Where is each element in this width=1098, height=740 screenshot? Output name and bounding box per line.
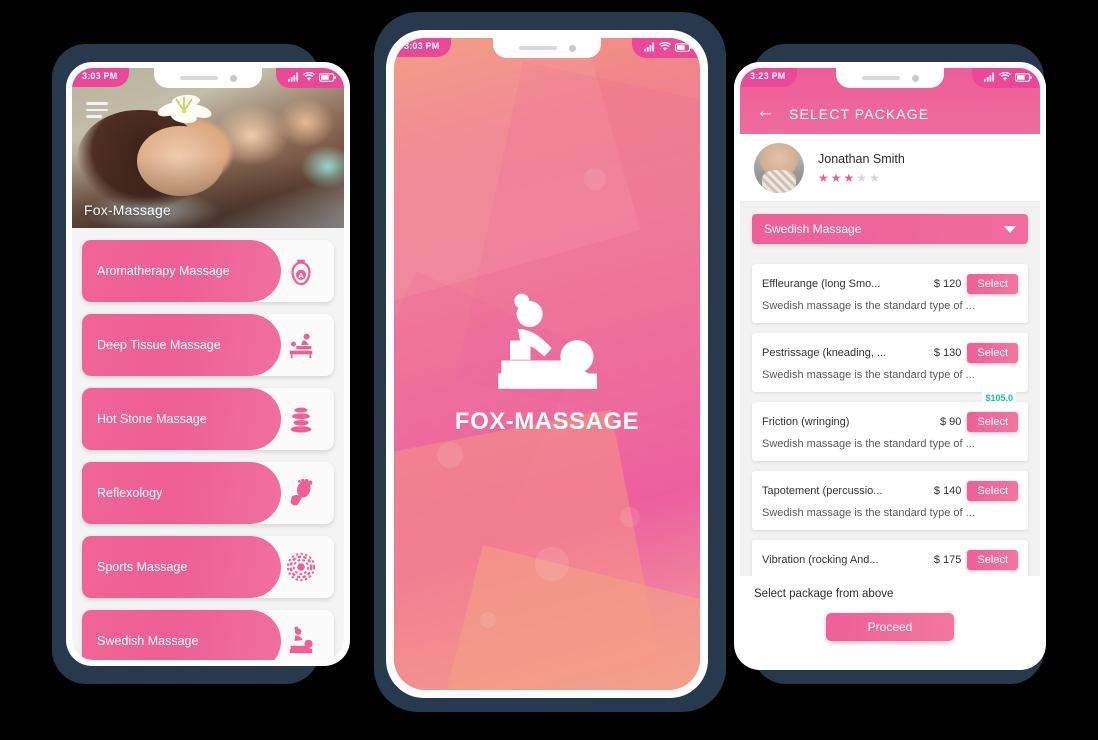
selection-hint: Select package from above [754, 588, 894, 600]
bg-bubble [436, 442, 463, 469]
svg-text:A: A [298, 271, 304, 280]
proceed-button[interactable]: Proceed [826, 613, 954, 641]
service-card-aromatherapy[interactable]: Aromatherapy Massage A [82, 240, 334, 302]
service-card-reflexology[interactable]: Reflexology [82, 462, 334, 524]
package-header: Vibration (rocking And... $ 175 Select [762, 550, 1018, 570]
brand-name: FOX-MASSAGE [454, 408, 640, 435]
service-label: Swedish Massage [97, 633, 199, 648]
discount-price-badge: $105.0 [982, 392, 1016, 404]
phone-mockup-home: Fox-Massage Aromatherapy Massage A Deep … [66, 62, 350, 666]
package-price: $ 175 [933, 554, 962, 566]
package-price: $ 130 [933, 347, 962, 359]
profile-info: Jonathan Smith ★ ★ ★ ★ ★ [818, 152, 905, 184]
package-header: Friction (wringing) $ 90 Select [762, 412, 1018, 432]
select-button[interactable]: Select [967, 274, 1018, 294]
service-card-hot-stone[interactable]: Hot Stone Massage [82, 388, 334, 450]
bottom-action-bar: Select package from above Proceed [740, 576, 1040, 664]
chevron-down-icon [1004, 225, 1016, 233]
select-button[interactable]: Select [967, 481, 1018, 501]
package-header: Tapotement (percussio... $ 140 Select [762, 481, 1018, 501]
service-label: Reflexology [97, 485, 163, 500]
massage-therapist-logo-icon [498, 293, 598, 389]
star-icon: ★ [869, 170, 880, 185]
therapist-profile[interactable]: Jonathan Smith ★ ★ ★ ★ ★ [740, 134, 1040, 202]
bg-bubble [583, 168, 606, 191]
package-description: Swedish massage is the standard type of … [762, 438, 975, 450]
package-card[interactable]: Tapotement (percussio... $ 140 Select Sw… [752, 471, 1028, 530]
package-name: Friction (wringing) [762, 416, 850, 428]
service-card-swedish[interactable]: Swedish Massage [82, 610, 334, 660]
service-label: Sports Massage [97, 559, 188, 574]
service-label: Hot Stone Massage [97, 411, 207, 426]
app-bar: ← SELECT PACKAGE [740, 68, 1040, 134]
package-description: Swedish massage is the standard type of … [762, 369, 975, 381]
bg-bubble [620, 507, 641, 528]
flower-mandala-icon [278, 536, 324, 598]
service-list: Aromatherapy Massage A Deep Tissue Massa… [72, 228, 344, 660]
select-button[interactable]: Select [967, 550, 1018, 570]
package-card[interactable]: Vibration (rocking And... $ 175 Select S… [752, 540, 1028, 576]
profile-name: Jonathan Smith [818, 151, 905, 166]
package-name: Effleurange (long Smo... [762, 278, 881, 290]
star-icon: ★ [856, 170, 868, 185]
page-title: SELECT PACKAGE [789, 106, 930, 122]
package-price: $ 120 [933, 278, 962, 290]
rating-stars: ★ ★ ★ ★ ★ [818, 172, 905, 184]
package-description: Swedish massage is the standard type of … [762, 300, 975, 312]
foot-reflexology-icon [278, 462, 324, 524]
dropdown-value: Swedish Massage [764, 222, 862, 236]
service-card-deep-tissue[interactable]: Deep Tissue Massage [82, 314, 334, 376]
massage-therapist-icon [278, 610, 324, 660]
package-card[interactable]: $105.0 Friction (wringing) $ 90 Select S… [752, 392, 1028, 461]
package-price: $ 90 [940, 416, 962, 428]
bg-bubble [534, 546, 569, 581]
select-button[interactable]: Select [967, 343, 1018, 363]
home-screen: Fox-Massage Aromatherapy Massage A Deep … [72, 68, 344, 660]
splash-background: FOX-MASSAGE [394, 38, 700, 690]
back-arrow-icon[interactable]: ← [756, 102, 775, 122]
select-package-screen: ← SELECT PACKAGE Jonathan Smith ★ ★ ★ ★ … [740, 68, 1040, 664]
package-name: Pestrissage (kneading, ... [762, 347, 887, 359]
star-icon: ★ [830, 170, 842, 185]
package-name: Vibration (rocking And... [762, 554, 879, 566]
hero-banner: Fox-Massage [72, 68, 344, 228]
splash-screen: FOX-MASSAGE 3:03 PM [394, 38, 700, 690]
package-card[interactable]: Effleurange (long Smo... $ 120 Select Sw… [752, 264, 1028, 323]
select-button[interactable]: Select [967, 412, 1018, 432]
massage-type-dropdown[interactable]: Swedish Massage [752, 214, 1028, 244]
service-label: Aromatherapy Massage [97, 263, 230, 278]
bg-bubble [479, 611, 496, 628]
brand-lockup: FOX-MASSAGE [394, 292, 700, 436]
service-label: Deep Tissue Massage [97, 337, 221, 352]
phone-mockup-select-package: ← SELECT PACKAGE Jonathan Smith ★ ★ ★ ★ … [734, 62, 1046, 670]
package-name: Tapotement (percussio... [762, 485, 883, 497]
package-price: $ 140 [933, 485, 962, 497]
package-description: Swedish massage is the standard type of … [762, 507, 975, 519]
package-list[interactable]: Effleurange (long Smo... $ 120 Select Sw… [740, 254, 1040, 576]
package-header: Pestrissage (kneading, ... $ 130 Select [762, 343, 1018, 363]
package-card[interactable]: Pestrissage (kneading, ... $ 130 Select … [752, 333, 1028, 392]
hamburger-menu-icon[interactable] [86, 102, 108, 118]
package-header: Effleurange (long Smo... $ 120 Select [762, 274, 1018, 294]
aroma-diffuser-icon: A [278, 240, 324, 302]
stacked-stones-icon [278, 388, 324, 450]
app-title: Fox-Massage [84, 202, 172, 218]
star-icon: ★ [818, 170, 829, 185]
avatar [754, 142, 804, 193]
star-icon: ★ [843, 170, 855, 185]
massage-table-icon [278, 314, 324, 376]
screenshot-stage: Fox-Massage Aromatherapy Massage A Deep … [0, 0, 1098, 740]
phone-mockup-splash: FOX-MASSAGE 3:03 PM [386, 30, 708, 698]
service-card-sports[interactable]: Sports Massage [82, 536, 334, 598]
